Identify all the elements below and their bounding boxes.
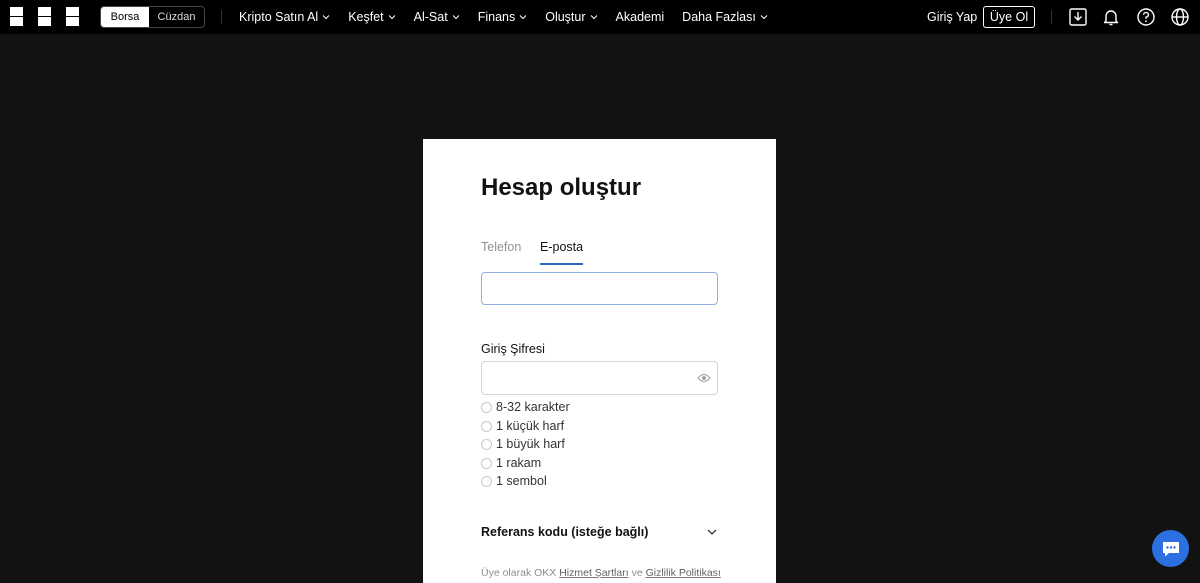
- nav-trade[interactable]: Al-Sat: [414, 10, 460, 24]
- requirement-item: 1 büyük harf: [481, 435, 565, 453]
- chevron-down-icon: [760, 13, 768, 21]
- email-field[interactable]: [481, 272, 718, 305]
- divider: [221, 10, 222, 24]
- logo-gap: [52, 17, 65, 26]
- nav-academy[interactable]: Akademi: [616, 10, 665, 24]
- requirement-text: 1 sembol: [496, 474, 547, 488]
- exchange-tab[interactable]: Borsa: [101, 7, 149, 27]
- circle-icon: [481, 438, 492, 450]
- nav-discover[interactable]: Keşfet: [348, 10, 396, 24]
- eye-icon[interactable]: [697, 372, 711, 384]
- password-field-wrapper: [481, 361, 718, 395]
- signup-card: Hesap oluştur Telefon E-posta Giriş Şifr…: [423, 139, 776, 583]
- logo-block: [38, 17, 51, 26]
- terms-of-service-link[interactable]: Hizmet Şartları: [559, 567, 628, 579]
- logo-block: [10, 17, 23, 26]
- password-field[interactable]: [482, 362, 682, 394]
- bell-icon[interactable]: [1101, 7, 1121, 27]
- wallet-tab[interactable]: Cüzdan: [149, 7, 204, 27]
- logo-gap: [24, 7, 37, 16]
- requirement-item: 8-32 karakter: [481, 398, 570, 416]
- requirement-text: 8-32 karakter: [496, 400, 570, 414]
- terms-text: Üye olarak OKX Hizmet Şartları ve Gizlil…: [481, 567, 721, 579]
- login-link[interactable]: Giriş Yap: [927, 10, 977, 24]
- main-nav: Kripto Satın Al Keşfet Al-Sat Finans Olu…: [239, 0, 786, 34]
- nav-more[interactable]: Daha Fazlası: [682, 10, 768, 24]
- nav-label: Finans: [477, 10, 516, 24]
- circle-icon: [481, 475, 492, 487]
- requirement-text: 1 büyük harf: [496, 437, 565, 451]
- chat-icon: [1161, 540, 1181, 558]
- nav-label: Kripto Satın Al: [239, 10, 319, 24]
- globe-icon[interactable]: [1170, 7, 1190, 27]
- page-title: Hesap oluştur: [481, 174, 642, 201]
- tab-email[interactable]: E-posta: [540, 240, 583, 254]
- privacy-policy-link[interactable]: Gizlilik Politikası: [646, 567, 721, 579]
- requirement-item: 1 rakam: [481, 454, 541, 472]
- signup-button[interactable]: Üye Ol: [983, 6, 1035, 28]
- password-label: Giriş Şifresi: [481, 342, 545, 356]
- requirement-text: 1 rakam: [496, 456, 542, 470]
- logo-block: [10, 7, 23, 16]
- nav-label: Akademi: [615, 10, 665, 24]
- top-navbar: Borsa Cüzdan Kripto Satın Al Keşfet Al-S…: [0, 0, 1200, 34]
- chevron-down-icon: [388, 13, 396, 21]
- requirement-text: 1 küçük harf: [496, 419, 565, 433]
- logo-block: [38, 7, 51, 16]
- chevron-down-icon: [322, 13, 330, 21]
- divider: [1051, 10, 1052, 24]
- help-icon[interactable]: [1136, 7, 1156, 27]
- chevron-down-icon: [519, 13, 527, 21]
- logo-block: [66, 7, 79, 16]
- terms-prefix: Üye olarak OKX: [481, 567, 557, 579]
- chevron-down-icon: [706, 526, 718, 538]
- download-icon[interactable]: [1068, 7, 1088, 27]
- chevron-down-icon: [590, 13, 598, 21]
- active-tab-indicator: [540, 263, 583, 265]
- logo-block: [66, 17, 79, 26]
- tab-phone[interactable]: Telefon: [481, 240, 521, 254]
- logo-gap: [52, 7, 65, 16]
- nav-label: Keşfet: [348, 10, 384, 24]
- nav-buy-crypto[interactable]: Kripto Satın Al: [239, 10, 330, 24]
- requirement-item: 1 sembol: [481, 472, 547, 490]
- referral-label: Referans kodu (isteğe bağlı): [481, 525, 649, 539]
- nav-label: Al-Sat: [413, 10, 448, 24]
- circle-icon: [481, 420, 492, 432]
- requirement-item: 1 küçük harf: [481, 417, 564, 435]
- nav-finance[interactable]: Finans: [478, 10, 528, 24]
- terms-and: ve: [631, 567, 643, 579]
- nav-label: Oluştur: [545, 10, 586, 24]
- circle-icon: [481, 401, 492, 413]
- chevron-down-icon: [452, 13, 460, 21]
- circle-icon: [481, 457, 492, 469]
- support-chat-button[interactable]: [1152, 530, 1189, 567]
- exchange-wallet-switch: Borsa Cüzdan: [100, 6, 205, 28]
- nav-label: Daha Fazlası: [682, 10, 756, 24]
- logo-gap: [24, 17, 37, 26]
- referral-code-toggle[interactable]: Referans kodu (isteğe bağlı): [481, 522, 718, 542]
- okx-logo[interactable]: [10, 7, 79, 26]
- nav-create[interactable]: Oluştur: [545, 10, 597, 24]
